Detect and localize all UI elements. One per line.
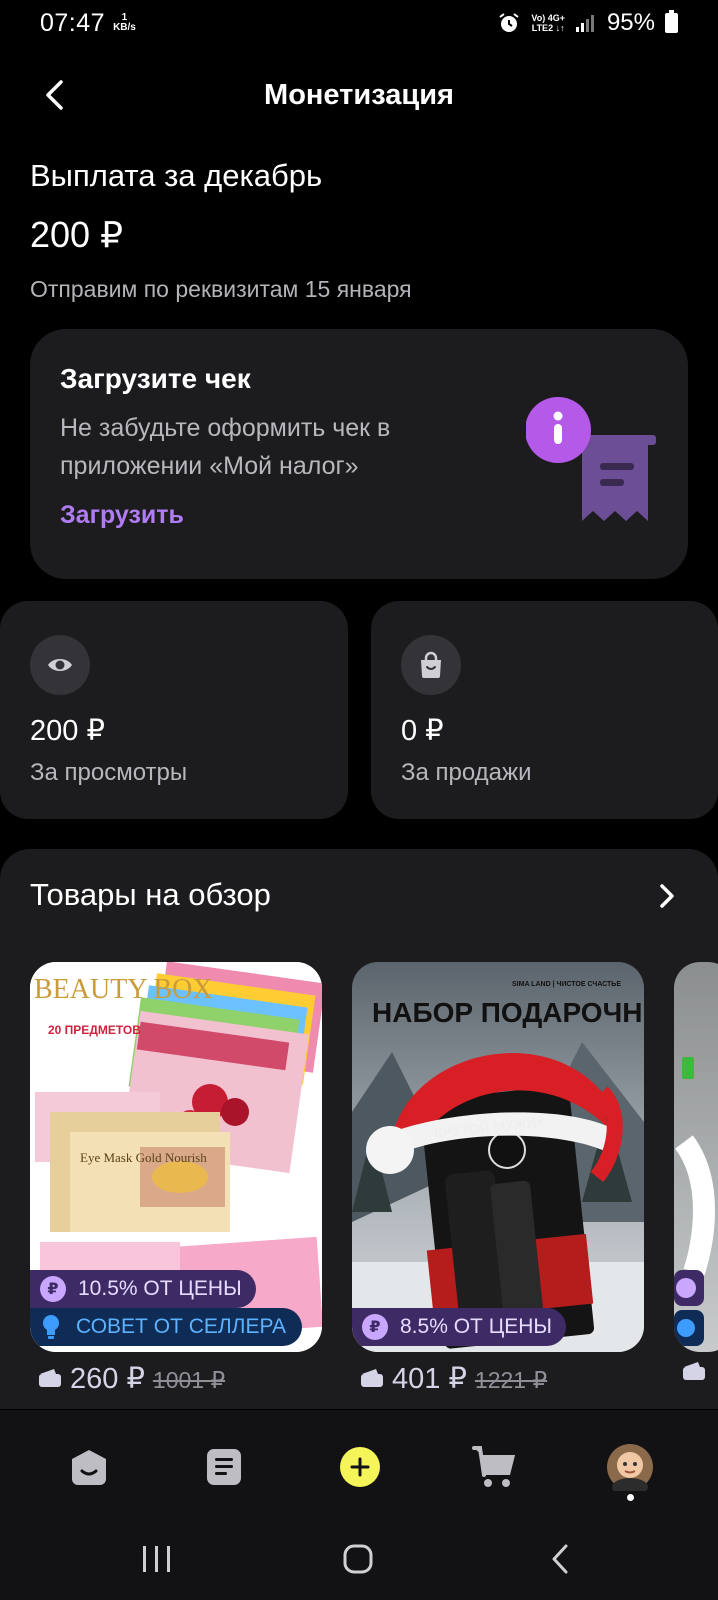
products-for-review-section: Товары на обзор BEAUTY BOX 20 ПРЕДМЕТОВ … (0, 849, 718, 1409)
page-title: Монетизация (264, 78, 454, 111)
product-image-partial (674, 1057, 715, 1346)
eye-icon (30, 635, 90, 695)
active-tab-indicator (627, 1494, 634, 1501)
product-card-gift-set[interactable]: НАБОР ПОДАРОЧНЫЙ SIMA LAND | ЧИСТОЕ СЧАС… (352, 962, 644, 1352)
system-back-button[interactable] (530, 1534, 590, 1584)
back-arrow-icon (552, 1544, 568, 1574)
product-price-row: 260 ₽ 1001 ₽ (38, 1361, 225, 1396)
products-section-title: Товары на обзор (30, 877, 271, 912)
network-type: Vo) 4G+ LTE2 ↓↑ (531, 13, 565, 33)
upload-receipt-card: Загрузите чек Не забудьте оформить чек в… (30, 329, 688, 579)
products-see-all-button[interactable] (650, 871, 684, 921)
commission-text: 8.5% ОТ ЦЕНЫ (400, 1315, 552, 1338)
app-header: Монетизация (0, 60, 718, 130)
avatar (607, 1444, 653, 1491)
product-old-price: 1221 ₽ (474, 1367, 548, 1393)
upload-receipt-link[interactable]: Загрузить (60, 501, 184, 530)
receipt-description: Не забудьте оформить чек в приложении «М… (60, 414, 391, 480)
product-card-beauty-box[interactable]: BEAUTY BOX 20 ПРЕДМЕТОВ Eye Mask Gold No… (30, 962, 322, 1352)
payout-amount: 200 ₽ (30, 214, 123, 255)
system-navigation-bar (0, 1520, 718, 1600)
document-icon (207, 1449, 241, 1485)
recent-apps-button[interactable] (127, 1534, 187, 1584)
bottom-navigation (0, 1410, 718, 1520)
recent-apps-icon (143, 1546, 170, 1572)
sales-earnings-value: 0 ₽ (401, 715, 444, 747)
wallet-icon (683, 1362, 705, 1380)
network-type-bottom: LTE2 ↓↑ (531, 23, 565, 33)
status-bar: 07:47 1 KB/s Vo) 4G+ LTE2 ↓↑ 95% (0, 0, 718, 46)
home-button[interactable] (328, 1534, 388, 1584)
product-price: 260 ₽ (70, 1363, 145, 1395)
seller-tip-badge: СОВЕТ ОТ СЕЛЛЕРА (30, 1308, 303, 1346)
seller-tip-text: СОВЕТ ОТ СЕЛЛЕРА (76, 1315, 287, 1338)
alarm-icon (499, 13, 519, 32)
add-icon (340, 1447, 380, 1487)
payout-note: Отправим по реквизитам 15 января (30, 276, 412, 302)
views-earnings-card[interactable]: 200 ₽ За просмотры (0, 601, 348, 819)
home-icon (72, 1450, 106, 1485)
network-speed: 1 KB/s (113, 13, 136, 33)
beauty-box-art-title: BEAUTY BOX (34, 974, 213, 1005)
ruble-coin-icon: ₽ (40, 1276, 66, 1302)
gift-set-art-title: НАБОР ПОДАРОЧНЫЙ (372, 996, 644, 1028)
cart-icon (472, 1446, 515, 1487)
beauty-box-art-subtitle: 20 ПРЕДМЕТОВ (48, 1023, 141, 1037)
status-icons: Vo) 4G+ LTE2 ↓↑ 95% (497, 9, 678, 37)
beauty-box-art-mask: Eye Mask Gold Nourish (80, 1150, 207, 1165)
battery-icon (665, 10, 678, 33)
lightbulb-icon (43, 1315, 59, 1339)
product-price-row (682, 1361, 706, 1381)
commission-text: 10.5% ОТ ЦЕНЫ (78, 1277, 242, 1300)
network-type-top: Vo) 4G+ (531, 13, 565, 23)
shopping-bag-icon (401, 635, 461, 695)
sales-earnings-label: За продажи (401, 759, 532, 786)
wallet-icon (361, 1369, 383, 1387)
receipt-title: Загрузите чек (60, 363, 251, 394)
chevron-right-icon (660, 884, 674, 908)
battery-level: 95% (606, 9, 655, 36)
nav-create[interactable] (333, 1440, 387, 1494)
network-speed-unit: KB/s (113, 22, 136, 33)
home-circle-icon (343, 1544, 373, 1574)
ruble-coin-icon: ₽ (362, 1314, 388, 1340)
nav-home[interactable] (62, 1440, 116, 1494)
views-earnings-value: 200 ₽ (30, 715, 105, 747)
views-earnings-label: За просмотры (30, 759, 188, 786)
status-time: 07:47 (40, 8, 106, 37)
receipt-info-illustration (526, 397, 656, 521)
nav-profile[interactable] (603, 1440, 657, 1494)
payout-title: Выплата за декабрь (30, 158, 323, 193)
product-price-row: 401 ₽ 1221 ₽ (360, 1361, 547, 1396)
product-image-gift-set: НАБОР ПОДАРОЧНЫЙ SIMA LAND | ЧИСТОЕ СЧАС… (352, 981, 644, 1352)
gift-set-art-brand: SIMA LAND | ЧИСТОЕ СЧАСТЬЕ (512, 981, 621, 988)
product-price: 401 ₽ (392, 1363, 467, 1395)
back-button[interactable] (34, 75, 74, 115)
sales-earnings-card[interactable]: 0 ₽ За продажи (371, 601, 718, 819)
commission-badge: ₽ 8.5% ОТ ЦЕНЫ (352, 1308, 566, 1346)
nav-cart[interactable] (468, 1440, 522, 1494)
nav-catalog[interactable] (197, 1440, 251, 1494)
chevron-left-icon (46, 80, 63, 110)
product-card-partial[interactable] (674, 962, 718, 1352)
commission-badge: ₽ 10.5% ОТ ЦЕНЫ (30, 1270, 256, 1308)
wallet-icon (39, 1369, 61, 1387)
product-old-price: 1001 ₽ (152, 1367, 226, 1393)
signal-icon (575, 15, 594, 32)
